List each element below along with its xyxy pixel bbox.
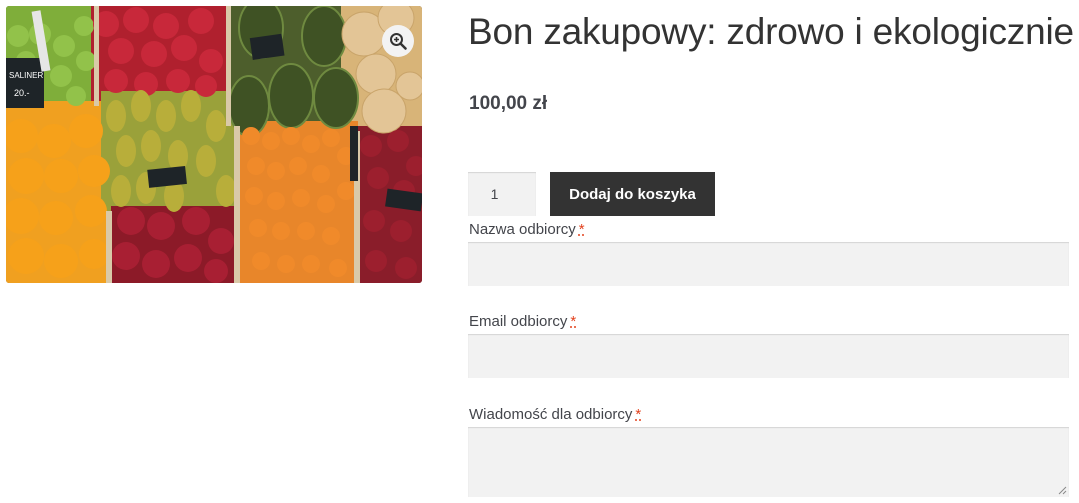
required-marker: * (635, 406, 642, 423)
field-label-text: Email odbiorcy (469, 313, 568, 330)
recipient-message-field[interactable] (468, 427, 1069, 497)
recipient-email-field[interactable] (468, 334, 1069, 378)
product-image[interactable]: SALINER 20.- (6, 6, 422, 283)
add-to-cart-button[interactable]: Dodaj do koszyka (550, 172, 715, 216)
zoom-in-icon (390, 33, 407, 50)
image-sign-text: SALINER (9, 71, 43, 80)
field-label-text: Nazwa odbiorcy (469, 221, 576, 238)
recipient-email-label: Email odbiorcy * (469, 313, 576, 330)
product-title: Bon zakupowy: zdrowo i ekologicznie (468, 11, 1074, 52)
resize-handle-icon[interactable] (1057, 485, 1067, 495)
quantity-input[interactable] (468, 172, 536, 216)
required-marker: * (570, 313, 577, 330)
required-marker: * (578, 221, 585, 238)
recipient-message-label: Wiadomość dla odbiorcy * (469, 406, 641, 423)
recipient-name-field[interactable] (468, 242, 1069, 286)
zoom-button[interactable] (382, 25, 414, 57)
field-label-text: Wiadomość dla odbiorcy (469, 406, 633, 423)
recipient-name-label: Nazwa odbiorcy * (469, 221, 585, 238)
product-price: 100,00 zł (469, 93, 548, 114)
image-sign-text: 20.- (14, 88, 30, 98)
